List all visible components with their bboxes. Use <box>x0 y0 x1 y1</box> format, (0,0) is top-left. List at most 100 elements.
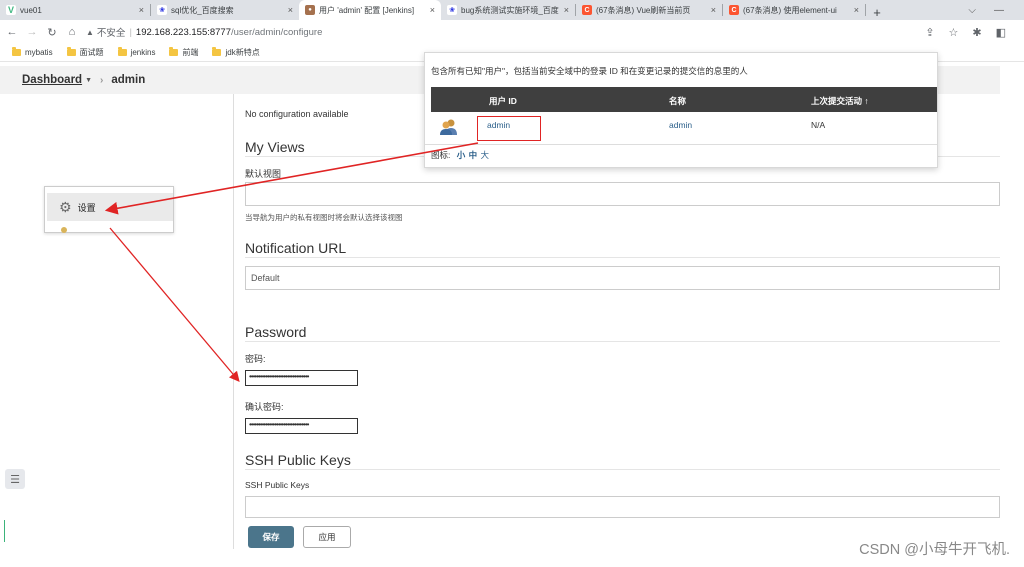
icon-size-small[interactable]: 小 <box>457 150 466 160</box>
ssh-keys-textarea[interactable] <box>245 496 1000 518</box>
bookmark-interview[interactable]: 面试题 <box>66 47 104 58</box>
folder-icon <box>212 47 222 56</box>
url-path: /user/admin/configure <box>231 26 323 38</box>
column-last-commit[interactable]: 上次提交活动 ↑ <box>811 95 869 107</box>
column-user-id[interactable]: 用户 ID <box>489 95 517 107</box>
new-tab-button[interactable]: + <box>866 5 888 20</box>
close-icon[interactable]: × <box>564 5 569 15</box>
notification-url-title: Notification URL <box>245 240 347 256</box>
last-commit-value: N/A <box>811 120 826 130</box>
bookmark-frontend[interactable]: 前端 <box>169 47 198 58</box>
close-icon[interactable]: × <box>711 5 716 15</box>
breadcrumb-dashboard[interactable]: Dashboard <box>22 74 82 86</box>
extensions-icon[interactable]: ✱ <box>972 26 981 39</box>
default-view-label: 默认视图 <box>245 169 282 179</box>
folder-icon <box>117 47 127 56</box>
sidemenu-item-settings[interactable]: ⚙ 设置 <box>47 193 173 221</box>
close-icon[interactable]: × <box>139 5 144 15</box>
credentials-icon <box>61 227 67 233</box>
star-icon[interactable]: ☆ <box>949 26 959 39</box>
home-icon[interactable]: ⌂ <box>64 26 80 38</box>
tab-label: vue01 <box>20 5 42 15</box>
breadcrumb-user[interactable]: admin <box>111 74 145 86</box>
tab-label: (67条消息) 使用element-ui <box>743 5 837 15</box>
divider <box>245 469 1000 470</box>
people-table: 用户 ID 名称 上次提交活动 ↑ admin admin N/A <box>431 87 937 144</box>
tab-label: 用户 'admin' 配置 [Jenkins] <box>319 5 415 15</box>
bookmark-jdk[interactable]: jdk新特点 <box>212 47 260 58</box>
icon-size-medium[interactable]: 中 <box>469 150 478 160</box>
ssh-keys-title: SSH Public Keys <box>245 452 351 468</box>
divider <box>425 144 937 145</box>
divider: | <box>129 26 132 38</box>
user-name-link[interactable]: admin <box>669 120 692 130</box>
password-label: 密码: <box>245 354 266 364</box>
toolbar-actions: ⇪ ☆ ✱ ◧ <box>925 26 1006 39</box>
tab-label: sql优化_百度搜索 <box>171 5 234 15</box>
divider <box>245 257 1000 258</box>
popup-description: 包含所有已知"用户"，包括当前安全域中的登录 ID 和在变更记录的提交信的息里的… <box>431 66 748 76</box>
tab-bug-system[interactable]: ❀ bug系统测试实施环境_百度 × <box>441 0 575 20</box>
default-view-input[interactable] <box>245 182 1000 206</box>
vue-icon: V <box>6 5 16 15</box>
warning-icon: ▲ <box>86 27 94 37</box>
my-views-title: My Views <box>245 139 305 155</box>
url-field[interactable]: ▲ 不安全 | 192.168.223.155:8777 /user/admin… <box>86 23 925 41</box>
accent-line <box>4 520 5 542</box>
bookmark-label: jenkins <box>130 48 156 57</box>
jenkins-icon: ● <box>305 5 315 15</box>
confirm-password-label: 确认密码: <box>245 402 284 412</box>
tab-label: (67条消息) Vue刷新当前页 <box>596 5 691 15</box>
list-icon[interactable]: ☰ <box>5 469 25 489</box>
close-icon[interactable]: × <box>288 5 293 15</box>
notification-url-select[interactable]: Default <box>245 266 1000 290</box>
csdn-icon: C <box>582 5 592 15</box>
baidu-paw-icon: ❀ <box>447 5 457 15</box>
close-icon[interactable]: × <box>854 5 859 15</box>
column-name[interactable]: 名称 <box>669 95 686 107</box>
people-popup: 包含所有已知"用户"，包括当前安全域中的登录 ID 和在变更记录的提交信的息里的… <box>424 52 938 168</box>
baidu-paw-icon: ❀ <box>157 5 167 15</box>
gear-icon: ⚙ <box>59 198 72 215</box>
reload-icon[interactable]: ↻ <box>44 26 60 39</box>
tab-label: bug系统测试实施环境_百度 <box>461 5 559 15</box>
bookmark-jenkins[interactable]: jenkins <box>117 47 156 57</box>
tab-search-icon[interactable]: ⌵ <box>968 5 976 16</box>
password-field[interactable]: ••••••••••••••••••••••••••••••••• <box>245 370 358 386</box>
apply-button[interactable]: 应用 <box>303 526 351 548</box>
ssh-keys-label: SSH Public Keys <box>245 480 310 490</box>
folder-icon <box>66 47 76 56</box>
tab-csdn-element-ui[interactable]: C (67条消息) 使用element-ui × <box>723 0 865 20</box>
no-config-text: No configuration available <box>245 109 349 119</box>
side-menu: ⚙ 设置 <box>44 186 174 233</box>
divider <box>245 341 1000 342</box>
close-icon[interactable]: × <box>430 5 435 15</box>
icon-size-label: 图标: <box>431 150 451 160</box>
tab-vue01[interactable]: V vue01 × <box>0 0 150 20</box>
sidepanel-icon[interactable]: ◧ <box>996 26 1006 39</box>
tab-sql-search[interactable]: ❀ sql优化_百度搜索 × <box>151 0 299 20</box>
share-icon[interactable]: ⇪ <box>925 26 934 39</box>
user-group-icon <box>440 119 457 135</box>
folder-icon <box>12 47 21 56</box>
confirm-password-field[interactable]: ••••••••••••••••••••••••••••••••• <box>245 418 358 434</box>
tab-csdn-vue-refresh[interactable]: C (67条消息) Vue刷新当前页 × <box>576 0 722 20</box>
default-view-hint: 当导航为用户的私有视图时将会默认选择该视图 <box>245 213 403 222</box>
address-bar: ← → ↻ ⌂ ▲ 不安全 | 192.168.223.155:8777 /us… <box>0 20 1024 44</box>
window-controls: ⌵ — <box>968 0 1024 20</box>
watermark: CSDN @小母牛开飞机. <box>859 542 1010 558</box>
bookmark-label: jdk新特点 <box>225 48 260 57</box>
bookmark-mybatis[interactable]: mybatis <box>12 47 53 57</box>
icon-size-large[interactable]: 大 <box>481 150 490 160</box>
icon-size-selector: 图标: 小 中 大 <box>431 149 489 161</box>
table-header: 用户 ID 名称 上次提交活动 ↑ <box>431 87 937 112</box>
forward-icon[interactable]: → <box>24 26 40 38</box>
screenshot-root: V vue01 × ❀ sql优化_百度搜索 × ● 用户 'admin' 配置… <box>0 0 1024 567</box>
caret-down-icon[interactable]: ▼ <box>85 77 92 84</box>
minimize-icon[interactable]: — <box>994 5 1004 16</box>
save-button[interactable]: 保存 <box>248 526 294 548</box>
back-icon[interactable]: ← <box>4 26 20 38</box>
sidemenu-item-label: 设置 <box>77 202 96 213</box>
tab-jenkins-admin-config[interactable]: ● 用户 'admin' 配置 [Jenkins] × <box>299 0 441 20</box>
url-host: 192.168.223.155:8777 <box>135 26 231 38</box>
